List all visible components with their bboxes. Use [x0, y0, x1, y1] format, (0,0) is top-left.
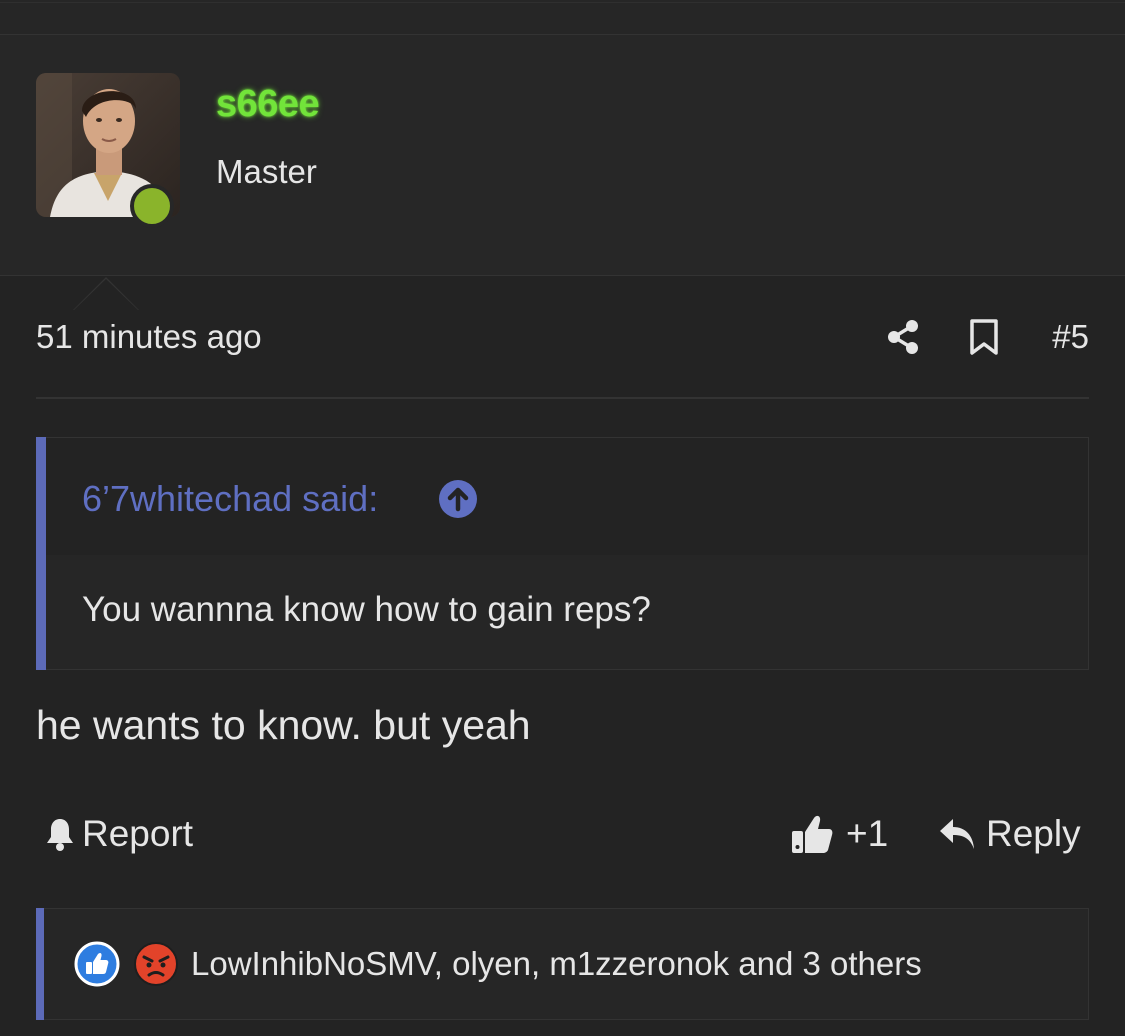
- post-number[interactable]: #5: [1052, 318, 1089, 356]
- meta-divider: [36, 397, 1089, 399]
- post-message: he wants to know. but yeah: [36, 702, 531, 748]
- bell-icon: [47, 819, 73, 851]
- post-meta: 51 minutes ago #5: [36, 316, 1089, 360]
- like-count: +1: [846, 813, 889, 854]
- username[interactable]: s66ee: [216, 83, 320, 126]
- top-strip: [0, 0, 1125, 35]
- quote-header: 6’7whitechad said:: [46, 438, 1088, 555]
- arrow-up-circle-icon[interactable]: [438, 479, 478, 519]
- report-button[interactable]: Report: [44, 812, 193, 856]
- reply-button[interactable]: Reply: [938, 812, 1081, 856]
- thumbs-up-icon: [792, 815, 833, 853]
- online-status-dot: [130, 184, 174, 228]
- reactions-bar: LowInhibNoSMV, olyen, m1zzeronok and 3 o…: [36, 908, 1089, 1020]
- user-title: Master: [216, 153, 317, 190]
- reactions-accent-bar: [36, 908, 44, 1020]
- quote-text: You wannna know how to gain reps?: [82, 590, 651, 629]
- pointer: [74, 279, 138, 310]
- reaction-users[interactable]: LowInhibNoSMV, olyen, m1zzeronok and 3 o…: [191, 945, 922, 983]
- angry-reaction-icon[interactable]: [133, 941, 179, 987]
- quote-author[interactable]: 6’7whitechad said:: [82, 478, 378, 520]
- report-label: Report: [82, 813, 194, 854]
- like-reaction-icon[interactable]: [74, 941, 120, 987]
- quote-block: 6’7whitechad said: You wannna know how t…: [36, 437, 1089, 670]
- like-button[interactable]: +1: [790, 812, 888, 856]
- reply-label: Reply: [986, 813, 1081, 854]
- reply-arrow-icon: [940, 819, 974, 849]
- post-timestamp[interactable]: 51 minutes ago: [36, 318, 262, 356]
- bookmark-icon[interactable]: [968, 318, 1000, 356]
- user-block: s66ee Master: [0, 35, 1125, 310]
- quote-bar: [36, 437, 46, 670]
- share-icon[interactable]: [886, 318, 920, 356]
